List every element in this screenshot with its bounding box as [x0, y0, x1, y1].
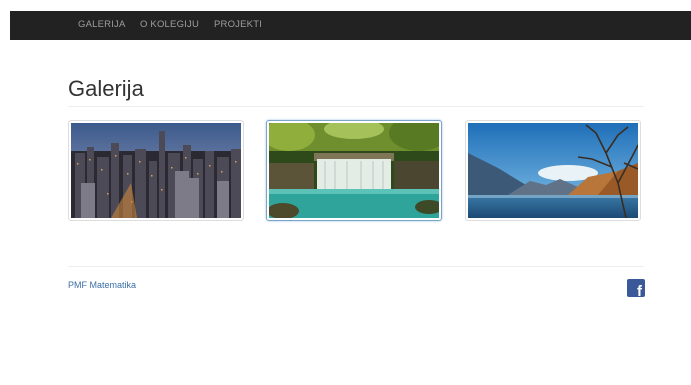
top-navbar: GALERIJA O KOLEGIJU PROJEKTI: [10, 11, 691, 40]
nav-link-o-kolegiju[interactable]: O KOLEGIJU: [140, 11, 199, 40]
mountain-lake-image: [468, 123, 638, 218]
page-title: Galerija: [68, 76, 144, 101]
waterfall-image: [269, 123, 439, 218]
title-divider: [68, 106, 644, 107]
nav-link-projekti[interactable]: PROJEKTI: [214, 11, 262, 40]
footer-divider: [68, 266, 644, 267]
nav-link-galerija[interactable]: GALERIJA: [78, 11, 126, 40]
gallery-thumbnail-city[interactable]: [68, 120, 244, 221]
facebook-icon[interactable]: f: [627, 279, 645, 297]
gallery-thumbnail-waterfall[interactable]: [266, 120, 442, 221]
city-skyline-image: [71, 123, 241, 218]
gallery-thumbnail-lake[interactable]: [465, 120, 641, 221]
facebook-glyph: f: [637, 283, 642, 297]
footer-link-pmf-matematika[interactable]: PMF Matematika: [68, 280, 136, 290]
